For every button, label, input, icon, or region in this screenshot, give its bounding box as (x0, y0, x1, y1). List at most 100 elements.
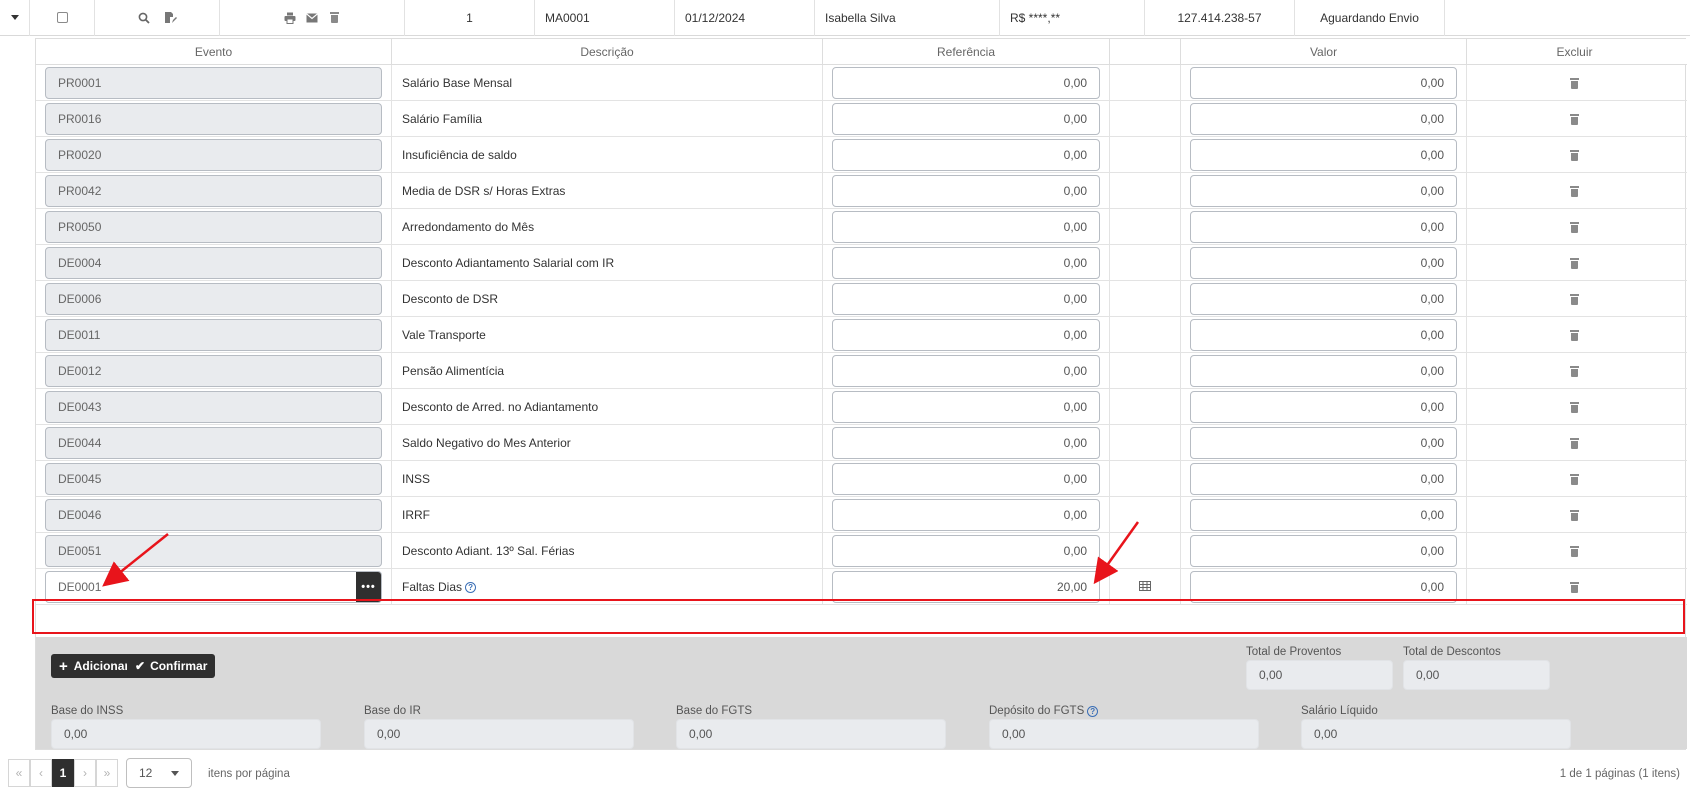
event-description: Insuficiência de saldo (402, 148, 517, 162)
trash-icon[interactable] (1570, 149, 1579, 161)
total-descontos-field: 0,00 (1403, 660, 1550, 690)
trash-icon[interactable] (1570, 545, 1579, 557)
trash-icon[interactable] (1570, 221, 1579, 233)
event-code-field: DE0044 (45, 427, 382, 459)
trash-icon[interactable] (1570, 77, 1579, 89)
mail-icon[interactable] (305, 11, 319, 25)
event-description: Salário Família (402, 112, 483, 126)
row-checkbox[interactable] (56, 12, 68, 23)
value-input[interactable]: 0,00 (1190, 139, 1457, 171)
reference-input[interactable]: 0,00 (832, 463, 1100, 495)
print-icon[interactable] (283, 11, 297, 25)
last-page-button[interactable]: » (96, 759, 118, 787)
reference-input[interactable]: 0,00 (832, 535, 1100, 567)
event-description: IRRF (402, 508, 430, 522)
header-descricao: Descrição (392, 39, 823, 65)
value-input[interactable]: 0,00 (1190, 175, 1457, 207)
table-calculator-icon[interactable] (1139, 580, 1151, 594)
trash-icon[interactable] (1570, 437, 1579, 449)
table-row: DE0045 INSS 0,00 0,00 (36, 461, 1687, 497)
value-input[interactable]: 0,00 (1190, 391, 1457, 423)
confirm-button[interactable]: ✔ Confirmar (127, 654, 216, 678)
table-row: DE0006 Desconto de DSR 0,00 0,00 (36, 281, 1687, 317)
trash-icon[interactable] (327, 11, 341, 25)
prev-page-button[interactable]: ‹ (30, 759, 52, 787)
header-referencia: Referência (823, 39, 1110, 65)
reference-input[interactable]: 0,00 (832, 67, 1100, 99)
event-code-field: PR0001 (45, 67, 382, 99)
event-code-field: PR0016 (45, 103, 382, 135)
reference-input[interactable]: 0,00 (832, 283, 1100, 315)
value-input[interactable]: 0,00 (1190, 319, 1457, 351)
value-input[interactable]: 0,00 (1190, 283, 1457, 315)
add-button[interactable]: + Adicionar (51, 654, 138, 678)
next-page-button[interactable]: › (74, 759, 96, 787)
value-input[interactable]: 0,00 (1190, 211, 1457, 243)
reference-input[interactable]: 20,00 (832, 571, 1100, 603)
reference-input[interactable]: 0,00 (832, 211, 1100, 243)
value-input[interactable]: 0,00 (1190, 499, 1457, 531)
event-description: Arredondamento do Mês (402, 220, 535, 234)
reference-input[interactable]: 0,00 (832, 139, 1100, 171)
event-code-field: DE0004 (45, 247, 382, 279)
event-description: Saldo Negativo do Mes Anterior (402, 436, 571, 450)
trash-icon[interactable] (1570, 113, 1579, 125)
reference-input[interactable]: 0,00 (832, 499, 1100, 531)
table-row: DE0051 Desconto Adiant. 13º Sal. Férias 0,… (36, 533, 1687, 569)
trash-icon[interactable] (1570, 329, 1579, 341)
info-icon[interactable]: ? (465, 581, 477, 593)
trash-icon[interactable] (1570, 293, 1579, 305)
reference-input[interactable]: 0,00 (832, 247, 1100, 279)
total-proventos-field: 0,00 (1246, 660, 1393, 690)
base-ir-field: 0,00 (364, 719, 634, 749)
event-code-field: DE0006 (45, 283, 382, 315)
value-input[interactable]: 0,00 (1190, 355, 1457, 387)
value-input[interactable]: 0,00 (1190, 427, 1457, 459)
value-input[interactable]: 0,00 (1190, 67, 1457, 99)
event-code-field: DE0012 (45, 355, 382, 387)
event-code-field: PR0050 (45, 211, 382, 243)
row-name: Isabella Silva (815, 0, 1000, 36)
base-inss-field: 0,00 (51, 719, 321, 749)
trash-icon[interactable] (1570, 185, 1579, 197)
total-proventos-label: Total de Proventos (1246, 646, 1342, 658)
trash-icon[interactable] (1570, 365, 1579, 377)
edit-document-icon[interactable] (163, 11, 177, 25)
info-icon[interactable]: ? (1087, 705, 1099, 717)
trash-icon[interactable] (1570, 257, 1579, 269)
row-amount: R$ ****,** (1000, 0, 1145, 36)
reference-input[interactable]: 0,00 (832, 175, 1100, 207)
table-row: PR0001 Salário Base Mensal 0,00 0,00 (36, 65, 1687, 101)
first-page-button[interactable]: « (8, 759, 30, 787)
reference-input[interactable]: 0,00 (832, 427, 1100, 459)
reference-input[interactable]: 0,00 (832, 355, 1100, 387)
trash-icon[interactable] (1570, 581, 1579, 593)
row-document: 127.414.238-57 (1145, 0, 1295, 36)
value-input[interactable]: 0,00 (1190, 103, 1457, 135)
expand-toggle[interactable] (0, 0, 30, 36)
reference-input[interactable]: 0,00 (832, 319, 1100, 351)
value-input[interactable]: 0,00 (1190, 571, 1457, 603)
event-description: Desconto de DSR (402, 292, 499, 306)
value-input[interactable]: 0,00 (1190, 535, 1457, 567)
trash-icon[interactable] (1570, 401, 1579, 413)
search-icon[interactable] (137, 11, 151, 25)
per-page-select[interactable]: 12 (126, 758, 192, 788)
base-fgts-field: 0,00 (676, 719, 946, 749)
chevron-down-icon[interactable] (10, 15, 19, 20)
event-description: Desconto Adiantamento Salarial com IR (402, 256, 615, 270)
lookup-button[interactable]: ••• (356, 572, 381, 602)
value-input[interactable]: 0,00 (1190, 463, 1457, 495)
reference-input[interactable]: 0,00 (832, 391, 1100, 423)
per-page-value: 12 (139, 766, 153, 780)
detail-table-header: Evento Descrição Referência Valor Exclui… (36, 39, 1687, 65)
trash-icon[interactable] (1570, 509, 1579, 521)
table-row: DE0011 Vale Transporte 0,00 0,00 (36, 317, 1687, 353)
event-code-input[interactable]: DE0001 ••• (45, 571, 382, 603)
trash-icon[interactable] (1570, 473, 1579, 485)
event-code-value[interactable]: DE0001 (46, 580, 356, 594)
reference-input[interactable]: 0,00 (832, 103, 1100, 135)
value-input[interactable]: 0,00 (1190, 247, 1457, 279)
row-select[interactable] (30, 0, 95, 36)
page-1-button[interactable]: 1 (52, 759, 74, 787)
